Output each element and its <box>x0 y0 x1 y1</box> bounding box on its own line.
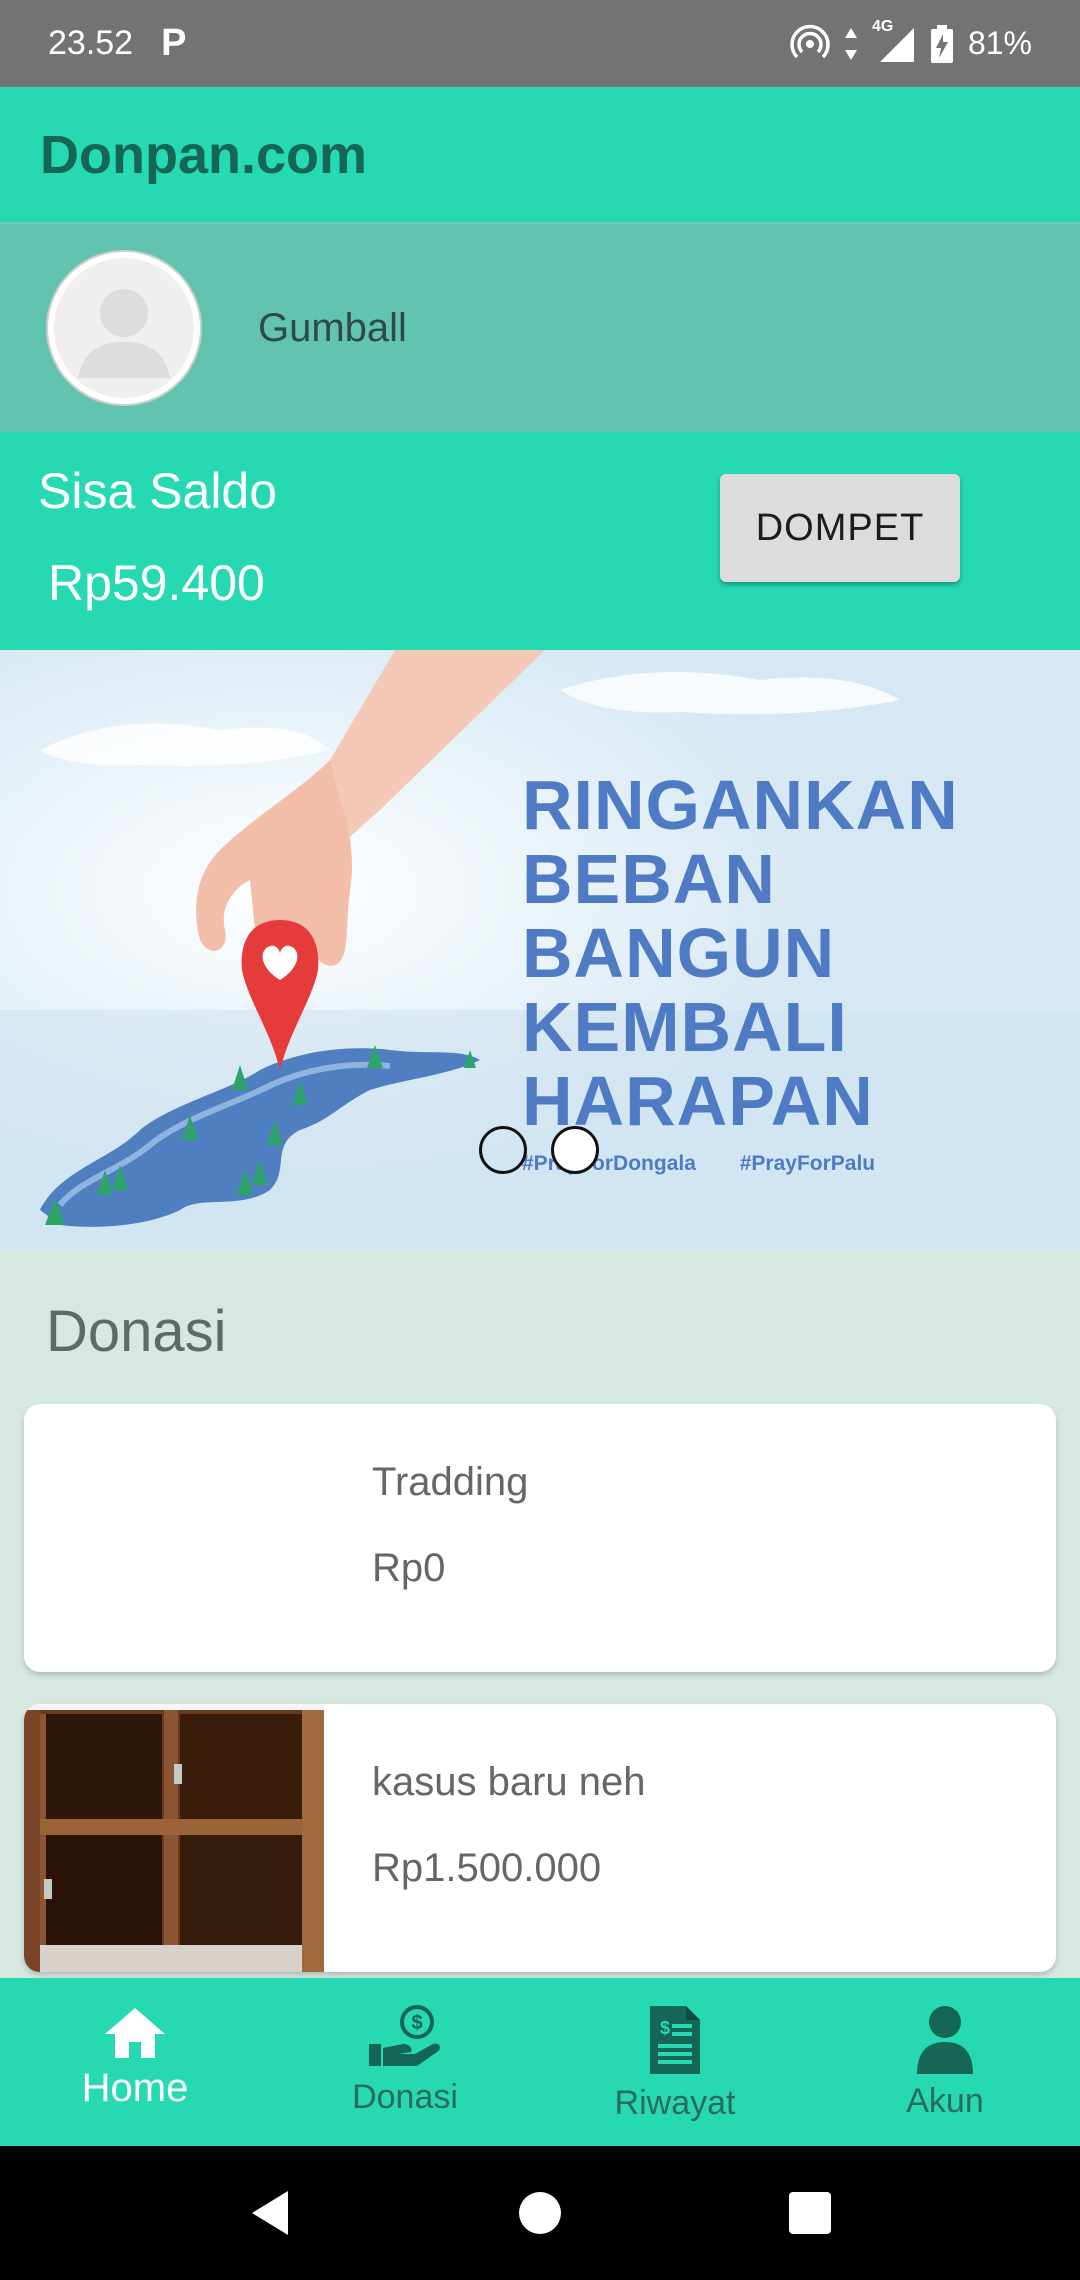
recents-square-icon <box>789 2192 831 2234</box>
app-title: Donpan.com <box>40 124 368 185</box>
person-icon <box>917 2006 973 2074</box>
nav-label: Donasi <box>352 2078 458 2116</box>
profile-name: Gumball <box>258 305 407 350</box>
carousel-dot-2[interactable] <box>551 1126 599 1174</box>
nav-riwayat[interactable]: $ Riwayat <box>540 1978 810 2146</box>
svg-text:$: $ <box>660 2018 670 2038</box>
nav-akun[interactable]: Akun <box>810 1978 1080 2146</box>
banner-headline-line: BEBAN <box>522 840 776 918</box>
banner-headline-line: BANGUN <box>522 914 836 992</box>
balance-label: Sisa Saldo <box>38 463 278 519</box>
banner-carousel[interactable]: RINGANKAN BEBAN BANGUN KEMBALI HARAPAN #… <box>0 650 1080 1250</box>
donate-hand-icon: $ <box>369 2005 440 2066</box>
receipt-icon: $ <box>650 2006 700 2074</box>
bottom-navigation: Home $ Donasi $ Riwayat Akun <box>0 1978 1080 2146</box>
system-back-button[interactable] <box>135 2189 405 2237</box>
donation-image <box>24 1704 324 1972</box>
battery-charging-icon <box>930 24 953 63</box>
hotspot-icon <box>790 24 830 58</box>
svg-text:$: $ <box>411 2012 422 2034</box>
app-notification-icon: P <box>161 22 187 64</box>
status-indicators: 4G 81% <box>790 18 1032 64</box>
status-bar: 23.52 P 4G 81% <box>0 0 1080 87</box>
app-bar: Donpan.com <box>0 87 1080 222</box>
donation-card[interactable]: Tradding Rp0 <box>24 1404 1056 1672</box>
home-icon <box>105 2008 165 2058</box>
signal-icon: 4G <box>872 18 916 64</box>
banner-headline: RINGANKAN BEBAN BANGUN KEMBALI HARAPAN <box>522 768 959 1138</box>
avatar[interactable] <box>48 252 200 404</box>
status-time: 23.52 <box>48 24 134 62</box>
nav-label: Riwayat <box>614 2084 736 2122</box>
banner-headline-line: KEMBALI <box>522 988 848 1066</box>
nav-home[interactable]: Home <box>0 1978 270 2146</box>
balance-value: Rp59.400 <box>48 555 265 611</box>
donation-title: Tradding <box>372 1460 529 1504</box>
nav-label: Akun <box>906 2082 984 2120</box>
banner-headline-line: RINGANKAN <box>522 766 959 844</box>
carousel-dot-1[interactable] <box>479 1126 527 1174</box>
nav-label: Home <box>81 2066 189 2110</box>
home-circle-icon <box>519 2192 561 2234</box>
nav-donasi[interactable]: $ Donasi <box>270 1978 540 2146</box>
donation-amount: Rp0 <box>372 1546 446 1590</box>
default-avatar-icon <box>54 258 194 398</box>
donation-card[interactable]: kasus baru neh Rp1.500.000 <box>24 1704 1056 1972</box>
profile-header[interactable]: Gumball <box>0 222 1080 432</box>
donation-title: kasus baru neh <box>372 1760 646 1804</box>
section-title-donasi: Donasi <box>46 1299 227 1364</box>
donation-amount: Rp1.500.000 <box>372 1846 602 1890</box>
banner-hashtag: #PrayForDongala <box>522 1152 696 1175</box>
system-navigation-bar <box>0 2146 1080 2280</box>
balance-panel: Sisa Saldo Rp59.400 DOMPET <box>0 432 1080 650</box>
system-home-button[interactable] <box>405 2190 675 2236</box>
data-arrows-icon <box>844 27 857 60</box>
battery-percent: 81% <box>967 25 1032 61</box>
banner-headline-line: HARAPAN <box>522 1062 874 1140</box>
system-recents-button[interactable] <box>675 2190 945 2236</box>
back-triangle-icon <box>252 2191 288 2235</box>
banner-hashtag: #PrayForPalu <box>739 1152 876 1175</box>
wallet-button[interactable]: DOMPET <box>720 474 960 582</box>
